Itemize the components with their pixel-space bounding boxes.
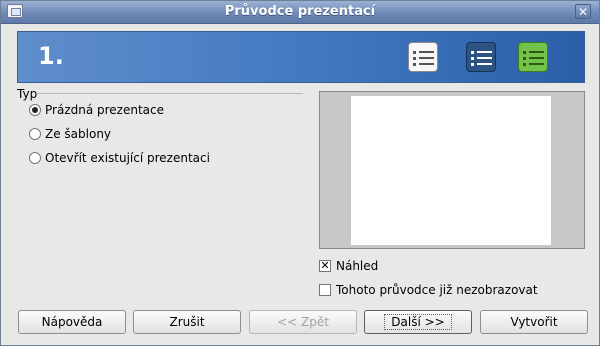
radio-button-selected[interactable] [29, 104, 41, 116]
preview-checkbox[interactable]: ✕ [319, 260, 331, 272]
radio-open-existing[interactable]: Otevřít existující prezentaci [29, 150, 210, 166]
outline-view-icon [408, 42, 438, 72]
title-bar[interactable]: Průvodce prezentací ✕ [1, 1, 599, 24]
step-banner: 1. [17, 31, 585, 83]
dont-show-checkbox-label: Tohoto průvodce již nezobrazovat [336, 283, 538, 297]
preview-checkbox-row[interactable]: ✕ Náhled [319, 258, 378, 274]
type-group-label: Typ [17, 87, 38, 101]
dont-show-checkbox[interactable] [319, 284, 331, 296]
back-button[interactable]: << Zpět [249, 310, 357, 334]
radio-button[interactable] [29, 152, 41, 164]
group-divider [37, 93, 303, 94]
radio-label: Prázdná prezentace [45, 103, 164, 117]
radio-from-template[interactable]: Ze šablony [29, 126, 111, 142]
radio-label: Ze šablony [45, 127, 112, 141]
wizard-window: Průvodce prezentací ✕ 1. Typ Prázdná pre… [0, 0, 600, 346]
radio-button[interactable] [29, 128, 41, 140]
help-button[interactable]: Nápověda [18, 310, 126, 334]
next-button[interactable]: Další >> [364, 310, 472, 334]
radio-label: Otevřít existující prezentaci [45, 151, 210, 165]
dont-show-checkbox-row[interactable]: Tohoto průvodce již nezobrazovat [319, 282, 538, 298]
green-notes-icon [518, 42, 548, 72]
create-button[interactable]: Vytvořit [480, 310, 588, 334]
preview-pane [319, 91, 585, 249]
cancel-button[interactable]: Zrušit [133, 310, 241, 334]
close-icon[interactable]: ✕ [575, 4, 591, 19]
radio-empty-presentation[interactable]: Prázdná prezentace [29, 102, 164, 118]
preview-checkbox-label: Náhled [336, 259, 379, 273]
window-title: Průvodce prezentací [224, 4, 376, 19]
preview-slide [351, 96, 551, 245]
next-button-label: Další >> [384, 314, 452, 330]
notes-view-icon [466, 42, 496, 72]
step-number: 1. [38, 42, 64, 70]
